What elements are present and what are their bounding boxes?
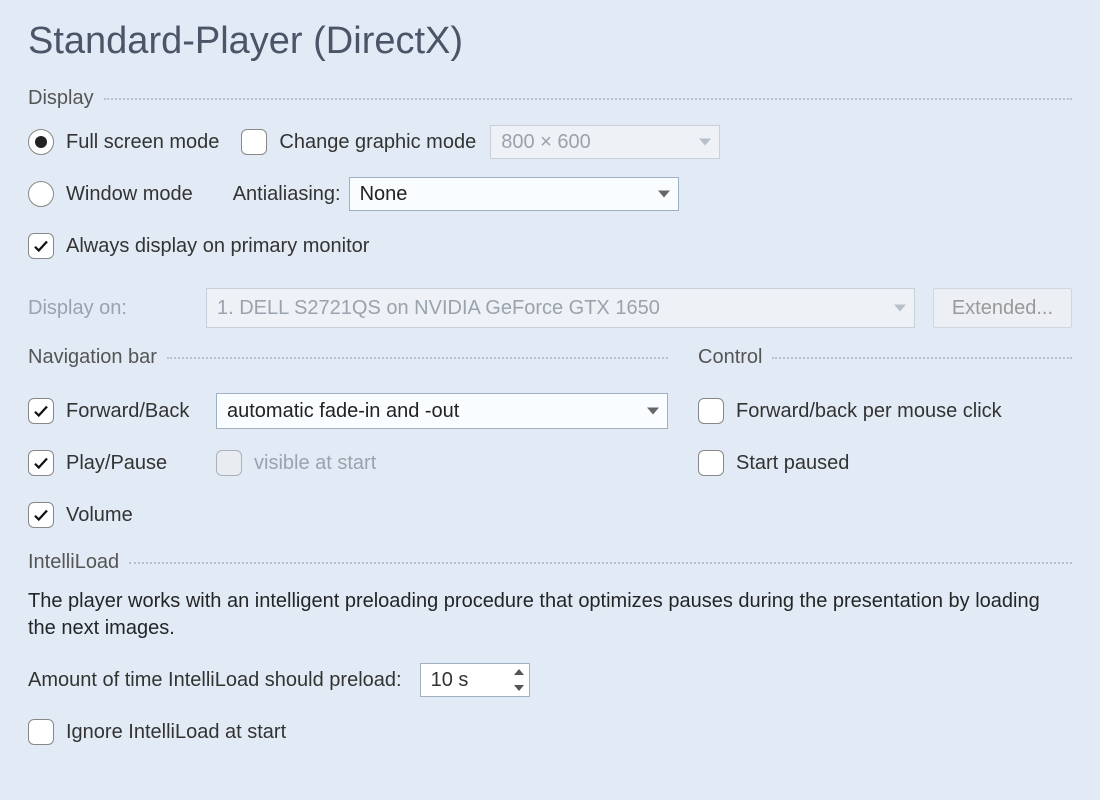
visible-at-start-label: visible at start [254, 452, 376, 475]
divider [104, 98, 1072, 100]
window-mode-label[interactable]: Window mode [66, 183, 193, 206]
intelliload-section-header: IntelliLoad [28, 551, 1072, 574]
intelliload-description: The player works with an intelligent pre… [28, 588, 1072, 642]
window-mode-radio[interactable] [28, 181, 54, 207]
ignore-intelliload-checkbox[interactable] [28, 719, 54, 745]
play-pause-label[interactable]: Play/Pause [66, 452, 216, 475]
forward-back-click-label[interactable]: Forward/back per mouse click [736, 400, 1002, 423]
start-paused-checkbox[interactable] [698, 450, 724, 476]
always-primary-checkbox[interactable] [28, 233, 54, 259]
volume-checkbox[interactable] [28, 502, 54, 528]
chevron-down-icon [699, 139, 711, 146]
forward-back-mode-select[interactable]: automatic fade-in and -out [216, 393, 668, 429]
full-screen-label[interactable]: Full screen mode [66, 131, 219, 154]
intelliload-amount-value: 10 s [431, 669, 469, 692]
change-graphic-mode-label[interactable]: Change graphic mode [279, 131, 476, 154]
chevron-down-icon [647, 408, 659, 415]
forward-back-mode-value: automatic fade-in and -out [227, 400, 459, 423]
antialiasing-label: Antialiasing: [233, 183, 341, 206]
start-paused-label[interactable]: Start paused [736, 452, 849, 475]
display-on-label: Display on: [28, 297, 198, 320]
intelliload-legend: IntelliLoad [28, 551, 129, 574]
divider [129, 562, 1072, 564]
forward-back-label[interactable]: Forward/Back [66, 400, 216, 423]
play-pause-checkbox[interactable] [28, 450, 54, 476]
graphic-mode-select: 800 × 600 [490, 125, 720, 159]
visible-at-start-checkbox [216, 450, 242, 476]
spinner-up-icon[interactable] [509, 664, 529, 680]
spinner-down-icon[interactable] [509, 680, 529, 696]
display-on-select: 1. DELL S2721QS on NVIDIA GeForce GTX 16… [206, 288, 915, 328]
antialiasing-value: None [360, 183, 408, 206]
intelliload-amount-label: Amount of time IntelliLoad should preloa… [28, 669, 402, 692]
chevron-down-icon [658, 191, 670, 198]
control-legend: Control [698, 346, 772, 369]
ignore-intelliload-label[interactable]: Ignore IntelliLoad at start [66, 721, 286, 744]
always-primary-label[interactable]: Always display on primary monitor [66, 235, 369, 258]
chevron-down-icon [894, 305, 906, 312]
intelliload-amount-spinner[interactable]: 10 s [420, 663, 530, 697]
display-section-header: Display [28, 87, 1072, 110]
display-on-value: 1. DELL S2721QS on NVIDIA GeForce GTX 16… [217, 297, 660, 320]
display-legend: Display [28, 87, 104, 110]
change-graphic-mode-checkbox[interactable] [241, 129, 267, 155]
extended-button: Extended... [933, 288, 1072, 328]
graphic-mode-value: 800 × 600 [501, 131, 591, 154]
forward-back-click-checkbox[interactable] [698, 398, 724, 424]
volume-label[interactable]: Volume [66, 504, 133, 527]
page-title: Standard-Player (DirectX) [28, 20, 1072, 63]
antialiasing-select[interactable]: None [349, 177, 679, 211]
nav-legend: Navigation bar [28, 346, 167, 369]
full-screen-radio[interactable] [28, 129, 54, 155]
forward-back-checkbox[interactable] [28, 398, 54, 424]
